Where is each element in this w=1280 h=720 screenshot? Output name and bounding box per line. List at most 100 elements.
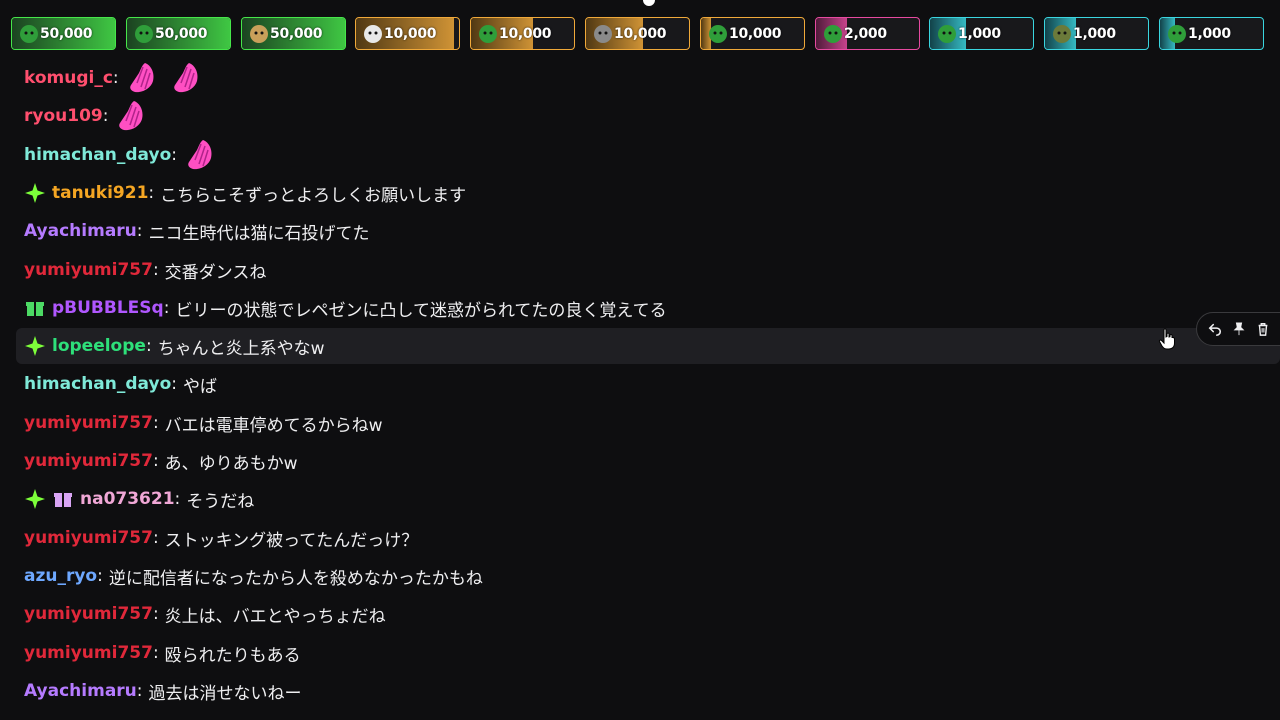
green-character-icon bbox=[707, 23, 729, 45]
reply-icon[interactable] bbox=[1205, 319, 1225, 339]
chat-message[interactable]: yumiyumi757: バエは電車停めてるからねw bbox=[16, 405, 1280, 441]
chat-username[interactable]: ryou109 bbox=[24, 106, 103, 126]
delete-icon[interactable] bbox=[1253, 319, 1273, 339]
hype-chip-amount: 50,000 bbox=[270, 25, 323, 42]
chat-message[interactable]: yumiyumi757: 炎上は、バエとやっちょだね bbox=[16, 596, 1280, 632]
green-character-icon bbox=[477, 23, 499, 45]
chat-username[interactable]: azu_ryo bbox=[24, 566, 97, 586]
hype-chip-amount: 1,000 bbox=[1188, 25, 1231, 42]
chat-message[interactable]: yumiyumi757: 殴られたりもある bbox=[16, 635, 1280, 671]
green-character-icon bbox=[936, 23, 958, 45]
chat-colon: : bbox=[136, 681, 143, 701]
chat-username[interactable]: yumiyumi757 bbox=[24, 643, 153, 663]
hype-train-leaderboard: 50,000 50,000 50,000 10,000 10,000 10,000 10,0… bbox=[0, 0, 1280, 60]
chat-username[interactable]: yumiyumi757 bbox=[24, 451, 153, 471]
hype-chip[interactable]: 50,000 bbox=[241, 17, 346, 50]
message-actions bbox=[1196, 312, 1280, 346]
chat-colon: : bbox=[171, 374, 177, 394]
chat-message-text: 逆に配信者になったから人を殺めなかったかもね bbox=[108, 568, 483, 589]
chat-message[interactable]: himachan_dayo: やば bbox=[16, 366, 1280, 402]
chat-colon: : bbox=[112, 68, 119, 88]
chat-message[interactable]: azu_ryo: 逆に配信者になったから人を殺めなかったかもね bbox=[16, 558, 1280, 594]
chat-message-text: あ、ゆりあもかw bbox=[164, 453, 298, 474]
chat-username[interactable]: na073621 bbox=[80, 489, 175, 509]
chat-message-text: 炎上は、バエとやっちょだね bbox=[164, 606, 386, 627]
chat-colon: : bbox=[152, 413, 159, 433]
chat-username[interactable]: Ayachimaru bbox=[24, 681, 137, 701]
chat-username[interactable]: himachan_dayo bbox=[24, 374, 171, 394]
hype-chip[interactable]: 1,000 bbox=[1044, 17, 1149, 50]
green-character-icon bbox=[18, 23, 40, 45]
white-character-icon bbox=[362, 23, 384, 45]
chat-colon: : bbox=[171, 145, 177, 165]
praying-hands-emote-icon[interactable] bbox=[114, 99, 148, 133]
chat-message-text: バエは電車停めてるからねw bbox=[164, 415, 383, 436]
hype-chip[interactable]: 10,000 bbox=[585, 17, 690, 50]
chat-colon: : bbox=[145, 336, 152, 356]
sparkle-badge-icon[interactable] bbox=[24, 335, 46, 357]
hype-chip[interactable]: 10,000 bbox=[470, 17, 575, 50]
chat-colon: : bbox=[136, 221, 143, 241]
chat-message[interactable]: yumiyumi757: ストッキング被ってたんだっけ？ bbox=[16, 520, 1280, 556]
chat-username[interactable]: pBUBBLESq bbox=[52, 298, 164, 318]
chat-message[interactable]: yumiyumi757: あ、ゆりあもかw bbox=[16, 443, 1280, 479]
chat-colon: : bbox=[152, 604, 159, 624]
chat-message[interactable]: Ayachimaru: ニコ生時代は猫に石投げてた bbox=[16, 213, 1280, 249]
sparkle-badge-icon[interactable] bbox=[24, 182, 46, 204]
chat-username[interactable]: yumiyumi757 bbox=[24, 260, 153, 280]
chat-message[interactable]: tanuki921: こちらこそずっとよろしくお願いします bbox=[16, 175, 1280, 211]
hype-chip[interactable]: 1,000 bbox=[929, 17, 1034, 50]
hype-chip-amount: 10,000 bbox=[499, 25, 552, 42]
chat-message-text: こちらこそずっとよろしくお願いします bbox=[160, 185, 467, 206]
chat-message[interactable]: yumiyumi757: 交番ダンスね bbox=[16, 252, 1280, 288]
gray-character-icon bbox=[592, 23, 614, 45]
green-character-icon bbox=[822, 23, 844, 45]
hype-chip[interactable]: 50,000 bbox=[11, 17, 116, 50]
chat-message[interactable]: himachan_dayo: bbox=[16, 137, 1280, 173]
hype-chip[interactable]: 2,000 bbox=[815, 17, 920, 50]
hype-chip[interactable]: 1,000 bbox=[1159, 17, 1264, 50]
chat-message-text: ちゃんと炎上系やなw bbox=[157, 338, 325, 359]
hype-chip-amount: 10,000 bbox=[614, 25, 667, 42]
hype-chip[interactable]: 10,000 bbox=[355, 17, 460, 50]
hype-chip-amount: 10,000 bbox=[729, 25, 782, 42]
chat-username[interactable]: yumiyumi757 bbox=[24, 604, 153, 624]
sparkle-badge-icon[interactable] bbox=[24, 488, 46, 510]
chat-colon: : bbox=[152, 451, 159, 471]
chat-message-text: ストッキング被ってたんだっけ？ bbox=[164, 530, 419, 551]
chat-colon: : bbox=[148, 183, 155, 203]
chat-message-text: やば bbox=[182, 376, 217, 397]
hype-chip-amount: 1,000 bbox=[958, 25, 1001, 42]
chat-username[interactable]: yumiyumi757 bbox=[24, 413, 153, 433]
chat-message[interactable]: lopeelope: ちゃんと炎上系やなw bbox=[16, 328, 1280, 364]
praying-hands-emote-icon[interactable] bbox=[183, 138, 217, 172]
chat-colon: : bbox=[174, 489, 181, 509]
hype-chip-amount: 1,000 bbox=[1073, 25, 1116, 42]
green-character-icon bbox=[1166, 23, 1188, 45]
shiba-character-icon bbox=[248, 23, 270, 45]
gift-badge-purple-icon[interactable] bbox=[52, 488, 74, 510]
chat-username[interactable]: komugi_c bbox=[24, 68, 113, 88]
gift-badge-green-icon[interactable] bbox=[24, 297, 46, 319]
hype-chip-amount: 50,000 bbox=[40, 25, 93, 42]
hype-chip[interactable]: 50,000 bbox=[126, 17, 231, 50]
chat-colon: : bbox=[102, 106, 109, 126]
hype-chip-amount: 2,000 bbox=[844, 25, 887, 42]
chat-username[interactable]: himachan_dayo bbox=[24, 145, 171, 165]
chat-username[interactable]: lopeelope bbox=[52, 336, 146, 356]
praying-hands-emote-icon[interactable] bbox=[169, 61, 203, 95]
chat-message[interactable]: na073621: そうだね bbox=[16, 481, 1280, 517]
chat-message[interactable]: pBUBBLESq: ビリーの状態でレペゼンに凸して迷惑がられてたの良く覚えてる bbox=[16, 290, 1280, 326]
pin-icon[interactable] bbox=[1229, 319, 1249, 339]
chat-message-text: 殴られたりもある bbox=[164, 645, 301, 666]
chat-message[interactable]: komugi_c: bbox=[16, 60, 1280, 96]
chat-message-text: ビリーの状態でレペゼンに凸して迷惑がられてたの良く覚えてる bbox=[175, 300, 667, 321]
chat-username[interactable]: yumiyumi757 bbox=[24, 528, 153, 548]
chat-message[interactable]: ryou109: bbox=[16, 98, 1280, 134]
chat-username[interactable]: tanuki921 bbox=[52, 183, 148, 203]
praying-hands-emote-icon[interactable] bbox=[125, 61, 159, 95]
chat-message[interactable]: Ayachimaru: 過去は消せないねー bbox=[16, 673, 1280, 709]
chat-username[interactable]: Ayachimaru bbox=[24, 221, 137, 241]
hand-cursor-icon bbox=[1158, 328, 1175, 350]
hype-chip[interactable]: 10,000 bbox=[700, 17, 805, 50]
